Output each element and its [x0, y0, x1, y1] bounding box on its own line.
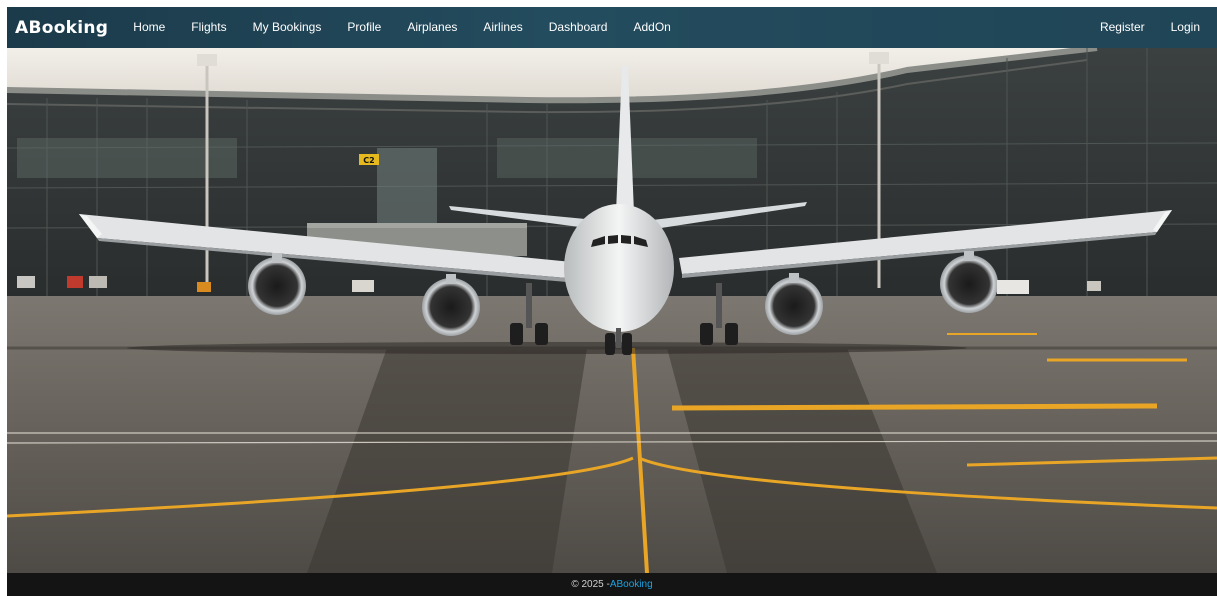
engine-inner-left: [422, 278, 480, 336]
nav-addon-link[interactable]: AddOn: [620, 7, 683, 48]
login-link[interactable]: Login: [1158, 7, 1213, 48]
footer-brand-link[interactable]: ABooking: [610, 579, 653, 590]
footer-copyright: © 2025 -: [571, 579, 610, 590]
nav-airlines-link[interactable]: Airlines: [470, 7, 535, 48]
engine-inner-right: [765, 277, 823, 335]
register-link[interactable]: Register: [1087, 7, 1158, 48]
nav-links: Home Flights My Bookings Profile Airplan…: [120, 7, 684, 48]
nav-home-link[interactable]: Home: [120, 7, 178, 48]
engine-outer-right: [940, 255, 998, 313]
engine-outer-left: [248, 257, 306, 315]
brand-link[interactable]: ABooking: [15, 18, 108, 38]
nav-dashboard-link[interactable]: Dashboard: [536, 7, 621, 48]
app-frame: ABooking Home Flights My Bookings Profil…: [7, 7, 1217, 596]
airplane-at-terminal-illustration: C2: [7, 48, 1217, 573]
footer: © 2025 - ABooking: [7, 573, 1217, 596]
hero-image: C2: [7, 48, 1217, 573]
nav-profile-link[interactable]: Profile: [334, 7, 394, 48]
auth-links: Register Login: [1087, 7, 1213, 48]
nav-flights-link[interactable]: Flights: [178, 7, 239, 48]
gate-sign-label: C2: [363, 156, 374, 165]
navbar: ABooking Home Flights My Bookings Profil…: [7, 7, 1217, 48]
nav-airplanes-link[interactable]: Airplanes: [394, 7, 470, 48]
nav-my-bookings-link[interactable]: My Bookings: [240, 7, 335, 48]
